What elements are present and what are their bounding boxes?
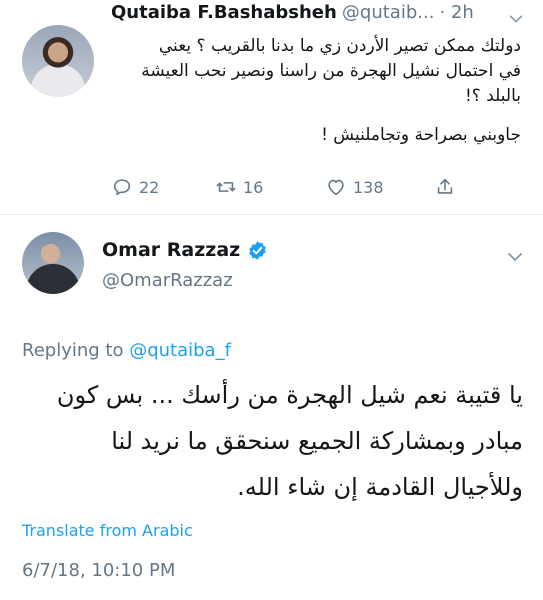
original-tweet: Qutaiba F.Bashabsheh @qutaib... · 2h دول…: [0, 0, 543, 210]
share-button[interactable]: [434, 174, 456, 200]
mention-link[interactable]: @qutaiba_f: [129, 340, 231, 361]
avatar[interactable]: [22, 25, 94, 97]
share-icon: [437, 178, 453, 194]
verified-badge-icon: [249, 240, 266, 260]
tweet-header: Qutaiba F.Bashabsheh @qutaib... · 2h: [111, 2, 531, 28]
divider: [0, 214, 543, 215]
user-handle[interactable]: @qutaib...: [342, 2, 435, 23]
tweet-text-line: جاوبني بصراحة وتجاملنيش !: [321, 125, 521, 145]
chevron-down-icon[interactable]: [507, 10, 525, 28]
display-name[interactable]: Omar Razzaz: [102, 239, 240, 261]
tweet-text-line: مبادر وبمشاركة الجميع سنحقق ما نريد لنا: [111, 427, 523, 455]
like-button[interactable]: 138: [325, 174, 384, 200]
chevron-down-icon[interactable]: [505, 247, 525, 267]
tweet-text: دولتك ممكن تصير الأردن زي ما بدنا بالقري…: [111, 34, 521, 148]
tweet-header: Omar Razzaz: [102, 236, 268, 264]
like-icon: [328, 179, 344, 196]
tweet-text-line: وللأجيال القادمة إن شاء الله.: [237, 473, 523, 501]
translate-link[interactable]: Translate from Arabic: [22, 521, 193, 540]
tweet-text-line: دولتك ممكن تصير الأردن زي ما بدنا بالقري…: [158, 36, 521, 56]
replying-to: Replying to @qutaiba_f: [22, 340, 231, 361]
reply-count: 22: [139, 177, 160, 197]
reply-button[interactable]: 22: [111, 174, 159, 200]
tweet-text-line: في احتمال نشيل الهجرة من راسنا ونصير نحب…: [141, 61, 521, 81]
retweet-icon: [216, 182, 236, 192]
avatar[interactable]: [22, 232, 84, 294]
user-handle[interactable]: @OmarRazzaz: [102, 270, 233, 291]
tweet-timestamp[interactable]: 6/7/18, 10:10 PM: [22, 560, 175, 581]
replying-prefix: Replying to: [22, 340, 130, 361]
tweet-time[interactable]: · 2h: [440, 2, 474, 23]
retweet-count: 16: [243, 177, 264, 197]
tweet-text-line: يا قتيبة نعم شيل الهجرة من رأسك ... بس ك…: [56, 381, 523, 409]
reply-icon: [113, 179, 131, 196]
display-name[interactable]: Qutaiba F.Bashabsheh: [111, 2, 337, 23]
tweet-text-line: بالبلد ؟!: [464, 86, 521, 106]
retweet-button[interactable]: 16: [215, 174, 263, 200]
like-count: 138: [353, 177, 384, 197]
tweet-text: يا قتيبة نعم شيل الهجرة من رأسك ... بس ك…: [18, 372, 523, 510]
